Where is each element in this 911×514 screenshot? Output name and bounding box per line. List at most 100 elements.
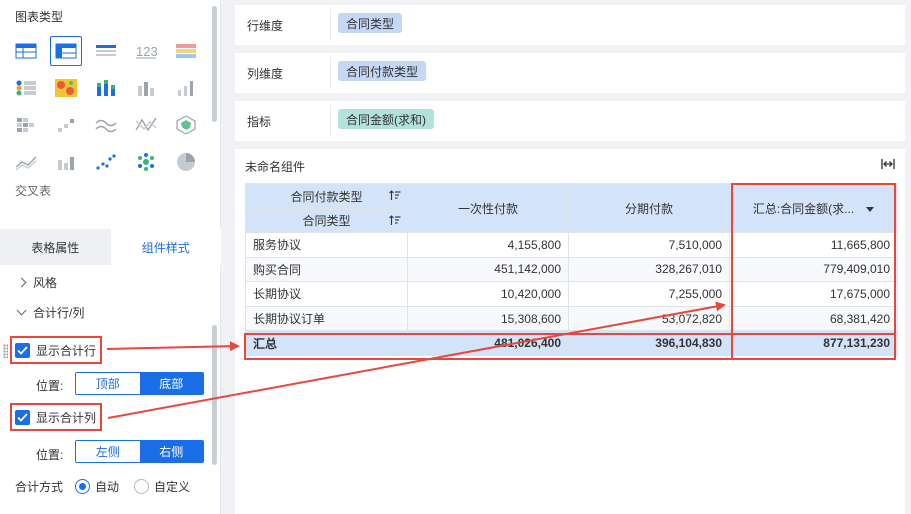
stacked-bar-icon[interactable] <box>90 73 122 103</box>
area-line-icon[interactable] <box>10 147 42 177</box>
table-cell: 4,155,800 <box>407 232 569 258</box>
wave-line-icon[interactable] <box>90 110 122 140</box>
row-header: 购买合同 <box>245 256 408 283</box>
tree-item-style-label: 风格 <box>33 276 58 290</box>
total-cell: 481,026,400 <box>407 330 569 356</box>
column-chart-icon[interactable] <box>170 73 202 103</box>
pie-icon[interactable] <box>170 147 202 177</box>
col-position-label: 位置: <box>36 448 64 462</box>
chevron-right-icon <box>16 277 27 288</box>
col-position-right-option[interactable]: 右侧 <box>139 441 203 462</box>
metric-field: 指标 合同金额(求和) <box>235 101 905 141</box>
caret-down-icon[interactable] <box>866 206 875 212</box>
crosstab-icon[interactable] <box>50 36 82 66</box>
step-line-icon[interactable] <box>50 110 82 140</box>
table-row: 购买合同 451,142,000 328,267,010 779,409,010 <box>245 256 898 283</box>
bubble-icon[interactable] <box>130 147 162 177</box>
row-header: 服务协议 <box>245 232 408 258</box>
corner-col-dim[interactable]: 合同付款类型 <box>247 185 407 209</box>
table-cell: 328,267,010 <box>568 256 730 283</box>
divider <box>330 9 331 41</box>
row-position-toggle: 顶部 底部 <box>75 372 204 395</box>
table-cell: 7,255,000 <box>568 281 730 307</box>
row-dimension-chip[interactable]: 合同类型 <box>338 13 403 33</box>
row-position-top-option[interactable]: 顶部 <box>76 373 140 394</box>
style-panel-scrollbar[interactable] <box>212 325 217 465</box>
component-title[interactable]: 未命名组件 <box>245 158 305 175</box>
color-table-icon[interactable] <box>170 36 202 66</box>
col-position-left-option[interactable]: 左侧 <box>76 441 140 462</box>
table-cell: 10,420,000 <box>407 281 569 307</box>
row-header: 长期协议订单 <box>245 305 408 332</box>
table-corner-header: 合同付款类型 合同类型 <box>245 183 408 233</box>
chart-type-scrollbar[interactable] <box>212 6 217 122</box>
table-cell: 779,409,010 <box>729 256 898 283</box>
bar-chart-icon[interactable] <box>130 73 162 103</box>
total-cell: 877,131,230 <box>729 330 898 356</box>
cross-line-icon[interactable] <box>130 110 162 140</box>
total-row: 汇总 481,026,400 396,104,830 877,131,230 <box>245 330 898 356</box>
hovered-chart-type-label: 交叉表 <box>15 184 52 198</box>
total-column-header-label: 汇总:合同金额(求... <box>752 201 855 216</box>
component-panel: 未命名组件 合同付款类型 合同类型 一次性付款 分期付款 汇总:合同金额(求..… <box>235 149 905 514</box>
radio-custom[interactable] <box>134 479 150 494</box>
show-total-row-label: 显示合计行 <box>36 343 97 358</box>
show-total-row-checkbox[interactable]: 显示合计行 <box>10 336 103 364</box>
corner-col-dim-label: 合同付款类型 <box>290 189 363 204</box>
checkbox-checked-icon <box>15 409 30 425</box>
table-cell: 15,308,600 <box>407 305 569 332</box>
table-row: 服务协议 4,155,800 7,510,000 11,665,800 <box>245 232 898 258</box>
table-icon[interactable] <box>10 36 42 66</box>
checkbox-checked-icon <box>15 342 30 358</box>
radio-custom-label[interactable]: 自定义 <box>154 478 190 495</box>
detail-table-icon[interactable] <box>90 36 122 66</box>
radar-icon[interactable] <box>170 110 202 140</box>
svg-text:123: 123 <box>136 44 157 59</box>
heatmap-icon[interactable] <box>50 73 82 103</box>
drag-handle-icon[interactable] <box>3 344 8 358</box>
metric-label: 指标 <box>247 115 272 129</box>
expand-width-icon[interactable] <box>881 158 895 173</box>
tree-item-total[interactable]: 合计行/列 <box>16 304 85 321</box>
table-cell: 11,665,800 <box>729 232 898 258</box>
table-row: 长期协议订单 15,308,600 53,072,820 68,381,420 <box>245 305 898 332</box>
tree-item-style[interactable]: 风格 <box>16 274 58 291</box>
divider <box>330 105 331 137</box>
row-position-label: 位置: <box>36 379 64 393</box>
kpi-list-icon[interactable] <box>10 73 42 103</box>
table-cell: 68,381,420 <box>729 305 898 332</box>
radio-auto-label[interactable]: 自动 <box>95 478 119 495</box>
total-column-header[interactable]: 汇总:合同金额(求... <box>729 183 898 233</box>
sort-icon[interactable] <box>389 215 401 229</box>
show-total-col-checkbox[interactable]: 显示合计列 <box>10 403 103 431</box>
metric-chip[interactable]: 合同金额(求和) <box>338 109 434 129</box>
column-dimension-chip[interactable]: 合同付款类型 <box>338 61 427 81</box>
table-cell: 17,675,000 <box>729 281 898 307</box>
tab-table-properties[interactable]: 表格属性 <box>0 229 111 265</box>
pixel-grid-icon[interactable] <box>10 110 42 140</box>
tab-component-style[interactable]: 组件样式 <box>110 229 221 265</box>
total-method-row: 合计方式 自动 自定义 <box>15 478 190 495</box>
row-dimension-label: 行维度 <box>247 19 284 33</box>
corner-row-dim[interactable]: 合同类型 <box>246 208 407 232</box>
chart-type-title: 图表类型 <box>15 10 64 24</box>
sort-icon[interactable] <box>389 190 401 204</box>
gantt-bar-icon[interactable] <box>50 147 82 177</box>
radio-auto[interactable] <box>75 479 91 494</box>
table-cell: 53,072,820 <box>568 305 730 332</box>
scatter-icon[interactable] <box>90 147 122 177</box>
number-card-icon[interactable]: 123 <box>130 36 162 66</box>
table-cell: 451,142,000 <box>407 256 569 283</box>
total-row-header: 汇总 <box>245 330 408 356</box>
table-cell: 7,510,000 <box>568 232 730 258</box>
table-row: 长期协议 10,420,000 7,255,000 17,675,000 <box>245 281 898 307</box>
corner-row-dim-label: 合同类型 <box>302 214 351 228</box>
property-tabs: 表格属性 组件样式 <box>0 229 221 265</box>
row-position-bottom-option[interactable]: 底部 <box>139 373 203 394</box>
col-position-toggle: 左侧 右侧 <box>75 440 204 463</box>
chevron-down-icon <box>16 305 27 316</box>
tree-item-total-label: 合计行/列 <box>33 306 85 320</box>
column-header[interactable]: 一次性付款 <box>407 183 569 233</box>
crosstab-table: 合同付款类型 合同类型 一次性付款 分期付款 汇总:合同金额(求... 服务协议… <box>245 183 898 356</box>
column-header[interactable]: 分期付款 <box>568 183 730 233</box>
